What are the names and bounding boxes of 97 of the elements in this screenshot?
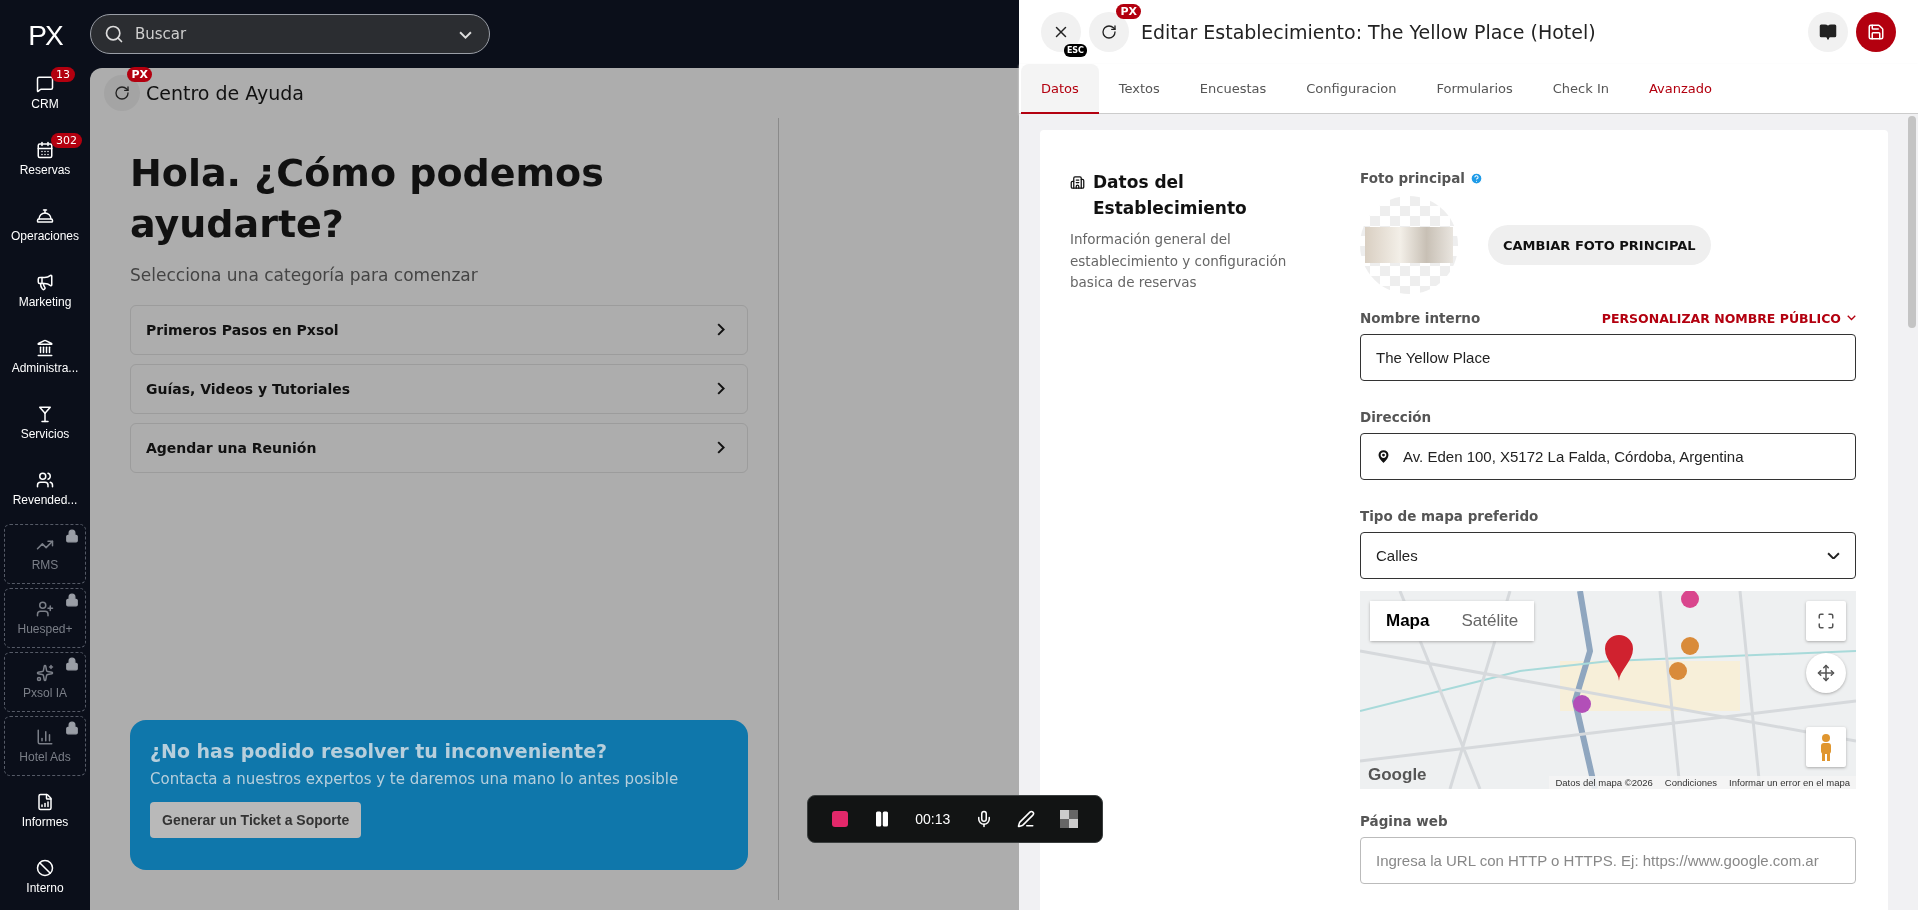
chevron-right-icon <box>717 441 725 455</box>
field-label: Foto principal <box>1360 170 1465 186</box>
chevron-right-icon <box>717 382 725 396</box>
menu-icon <box>36 664 54 682</box>
select-field[interactable]: Calles <box>1360 532 1856 579</box>
category-item[interactable]: Primeros Pasos en Pxsol <box>130 304 748 355</box>
building-icon <box>1070 175 1085 190</box>
section-title-text: Datos del Establecimiento <box>1093 171 1248 220</box>
ticket-button[interactable]: Generar un Ticket a Soporte <box>150 802 362 838</box>
field-label: Nombre interno <box>1360 310 1481 326</box>
stop-icon[interactable] <box>832 811 849 827</box>
book-icon <box>1819 23 1837 41</box>
search-field[interactable]: Buscar <box>90 14 490 54</box>
sidebar-item[interactable]: RMS <box>4 524 86 584</box>
count-badge: 302 <box>51 133 82 148</box>
field-label: Página web <box>1360 813 1448 829</box>
input-field[interactable]: The Yellow Place <box>1360 334 1856 381</box>
map-type-tab[interactable]: Satélite <box>1445 601 1535 641</box>
menu-icon <box>36 471 54 489</box>
map-type-tab[interactable]: Mapa <box>1370 601 1446 641</box>
support-text: Contacta a nuestros expertos y te daremos una mano lo antes posible <box>150 770 680 788</box>
chevron-right-icon <box>717 323 725 337</box>
sidebar-item[interactable]: Operaciones <box>4 194 86 256</box>
map-attribution: Datos del mapa ©2026 <box>1555 777 1653 788</box>
section-description: Información general del establecimiento y configuración basica de reservas <box>1070 230 1288 293</box>
map-attribution[interactable]: Condiciones <box>1664 777 1718 788</box>
tab[interactable]: Formularios <box>1416 64 1533 114</box>
tab[interactable]: Textos <box>1098 64 1180 114</box>
menu-icon <box>36 339 54 357</box>
help-title: Centro de Ayuda <box>146 82 304 104</box>
menu-icon <box>36 728 54 746</box>
chevron-down-icon <box>1847 315 1856 321</box>
pen-icon[interactable] <box>1017 810 1036 828</box>
menu-icon <box>36 75 54 93</box>
map-logo: Google <box>1368 765 1427 785</box>
category-item[interactable]: Agendar una Reunión <box>130 422 748 473</box>
refresh-icon <box>1101 24 1117 40</box>
count-badge: 13 <box>51 67 75 82</box>
menu-icon <box>36 793 54 811</box>
sidebar-item[interactable]: Hotel Ads <box>4 716 86 776</box>
sidebar-item[interactable]: Marketing <box>4 260 86 322</box>
sidebar-item[interactable]: Reservas 302 <box>4 128 86 190</box>
lock-icon <box>65 657 79 671</box>
search-icon <box>104 24 124 44</box>
save-button[interactable] <box>1856 12 1896 52</box>
sidebar-item[interactable]: Administra... <box>4 326 86 388</box>
shortcut-hint: ESC <box>1063 44 1087 57</box>
input-field[interactable]: Av. Eden 100, X5172 La Falda, Córdoba, Argentina <box>1360 433 1856 480</box>
lock-icon <box>65 593 79 607</box>
help-heading: Hola. ¿Cómo podemos ayudarte? <box>130 150 605 249</box>
blur-icon[interactable] <box>1059 810 1078 828</box>
menu-icon <box>36 273 54 291</box>
change-photo-button[interactable]: CAMBIAR FOTO PRINCIPAL <box>1488 225 1711 265</box>
sidebar-item[interactable]: Servicios <box>4 392 86 454</box>
sidebar-item[interactable]: Huesped+ <box>4 588 86 648</box>
location-pin-icon <box>1375 448 1392 465</box>
field-label: Tipo de mapa preferido <box>1360 508 1539 524</box>
editor-title: Editar Establecimiento: The Yellow Place (Hotel) <box>1141 21 1597 43</box>
lock-icon <box>65 529 79 543</box>
refresh-icon <box>114 85 130 101</box>
tab[interactable]: Avanzado <box>1628 64 1732 114</box>
menu-icon <box>36 859 54 877</box>
menu-icon <box>36 405 54 423</box>
help-subtitle: Selecciona una categoría para comenzar <box>130 264 479 285</box>
sidebar-item[interactable]: Revended... <box>4 458 86 520</box>
save-icon <box>1867 23 1885 41</box>
category-item[interactable]: Guías, Videos y Tutoriales <box>130 363 748 414</box>
input-field[interactable]: Ingresa la URL con HTTP o HTTPS. Ej: https://www.google.com.ar <box>1360 837 1856 884</box>
chevron-down-icon <box>1827 551 1840 560</box>
support-title: ¿No has podido resolver tu inconveniente? <box>150 740 609 762</box>
sidebar-item[interactable]: Pxsol IA <box>4 652 86 712</box>
fullscreen-icon <box>1817 612 1835 630</box>
scrollbar-thumb[interactable] <box>1908 116 1916 328</box>
tab[interactable]: Datos <box>1021 64 1099 114</box>
logo: PX <box>28 19 62 53</box>
lock-icon <box>65 721 79 735</box>
guide-button[interactable] <box>1808 12 1848 52</box>
menu-icon <box>36 207 54 225</box>
map-attribution[interactable]: Informar un error en el mapa <box>1729 777 1850 788</box>
person-icon <box>1819 733 1833 761</box>
menu-icon <box>36 600 54 618</box>
tab[interactable]: Encuestas <box>1179 64 1287 114</box>
help-icon[interactable] <box>1469 171 1483 185</box>
tab[interactable]: Check In <box>1532 64 1629 114</box>
px-badge: PX <box>127 67 152 82</box>
sidebar-item[interactable]: Interno <box>4 846 86 908</box>
sidebar-item[interactable]: CRM 13 <box>4 62 86 124</box>
recording-time: 00:13 <box>915 811 951 827</box>
fullscreen-button[interactable] <box>1806 601 1846 641</box>
move-arrows-icon <box>1817 664 1835 682</box>
sidebar-item[interactable]: Informes <box>4 780 86 842</box>
chevron-down-icon <box>459 31 472 39</box>
field-label: Dirección <box>1360 409 1432 425</box>
customize-name-link[interactable]: PERSONALIZAR NOMBRE PÚBLICO <box>1601 310 1856 326</box>
px-badge: PX <box>1116 4 1141 19</box>
tab[interactable]: Configuracion <box>1286 64 1417 114</box>
menu-icon <box>36 141 54 159</box>
